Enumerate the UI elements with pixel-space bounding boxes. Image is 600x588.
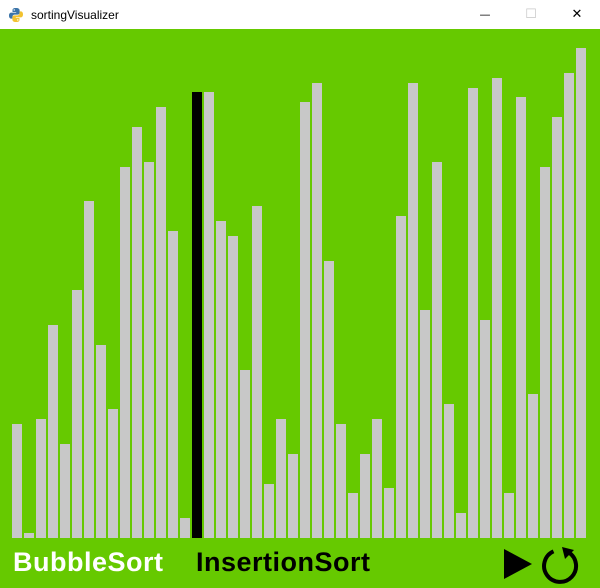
array-bar bbox=[252, 206, 262, 538]
array-bar bbox=[396, 216, 406, 538]
array-bar bbox=[552, 117, 562, 538]
array-bar bbox=[528, 394, 538, 538]
array-bar bbox=[456, 513, 466, 538]
array-bar bbox=[180, 518, 190, 538]
array-bar bbox=[384, 488, 394, 538]
array-bar bbox=[168, 231, 178, 538]
array-bar bbox=[264, 484, 274, 538]
array-bar bbox=[408, 83, 418, 538]
array-bar bbox=[84, 201, 94, 538]
refresh-icon bbox=[542, 547, 579, 584]
array-bar bbox=[216, 221, 226, 538]
title-bar: sortingVisualizer — ☐ ✕ bbox=[0, 0, 600, 29]
window-controls: — ☐ ✕ bbox=[462, 0, 600, 29]
array-bar bbox=[204, 92, 214, 538]
play-button[interactable] bbox=[502, 548, 534, 580]
app-window: sortingVisualizer — ☐ ✕ BubbleSort Inser… bbox=[0, 0, 600, 588]
array-bar bbox=[120, 167, 130, 538]
array-bar bbox=[432, 162, 442, 538]
array-bar bbox=[240, 370, 250, 538]
array-bar bbox=[132, 127, 142, 538]
array-bar bbox=[300, 102, 310, 538]
array-bar bbox=[564, 73, 574, 538]
array-bar bbox=[36, 419, 46, 538]
array-bar bbox=[492, 78, 502, 538]
close-icon: ✕ bbox=[571, 7, 583, 22]
array-bar bbox=[324, 261, 334, 538]
maximize-icon: ☐ bbox=[525, 7, 537, 22]
python-snake-icon bbox=[8, 7, 24, 23]
array-bar bbox=[468, 88, 478, 538]
array-bar bbox=[12, 424, 22, 538]
array-bar bbox=[72, 290, 82, 538]
minimize-icon: — bbox=[479, 8, 491, 21]
array-bar bbox=[336, 424, 346, 538]
array-bar bbox=[372, 419, 382, 538]
array-bar bbox=[348, 493, 358, 538]
array-bar bbox=[504, 493, 514, 538]
array-bar bbox=[576, 48, 586, 538]
array-bar bbox=[288, 454, 298, 538]
array-bar bbox=[60, 444, 70, 538]
array-bar bbox=[420, 310, 430, 538]
array-bar bbox=[540, 167, 550, 538]
play-icon bbox=[504, 549, 532, 579]
maximize-button[interactable]: ☐ bbox=[508, 0, 554, 29]
bubblesort-button[interactable]: BubbleSort bbox=[13, 546, 164, 578]
array-bar bbox=[516, 97, 526, 538]
reset-button[interactable] bbox=[541, 545, 581, 585]
insertionsort-button[interactable]: InsertionSort bbox=[196, 546, 371, 578]
array-bar bbox=[24, 533, 34, 538]
minimize-button[interactable]: — bbox=[462, 0, 508, 29]
array-bar bbox=[48, 325, 58, 538]
array-bar bbox=[228, 236, 238, 538]
close-button[interactable]: ✕ bbox=[554, 0, 600, 29]
array-bar bbox=[312, 83, 322, 538]
array-bar bbox=[144, 162, 154, 538]
array-bar bbox=[156, 107, 166, 538]
bar-array bbox=[0, 29, 600, 588]
active-bar bbox=[192, 92, 202, 538]
array-bar bbox=[96, 345, 106, 538]
window-title: sortingVisualizer bbox=[31, 7, 119, 22]
array-bar bbox=[108, 409, 118, 538]
array-bar bbox=[480, 320, 490, 538]
array-bar bbox=[444, 404, 454, 538]
visualizer-canvas: BubbleSort InsertionSort bbox=[0, 29, 600, 588]
array-bar bbox=[276, 419, 286, 538]
array-bar bbox=[360, 454, 370, 538]
